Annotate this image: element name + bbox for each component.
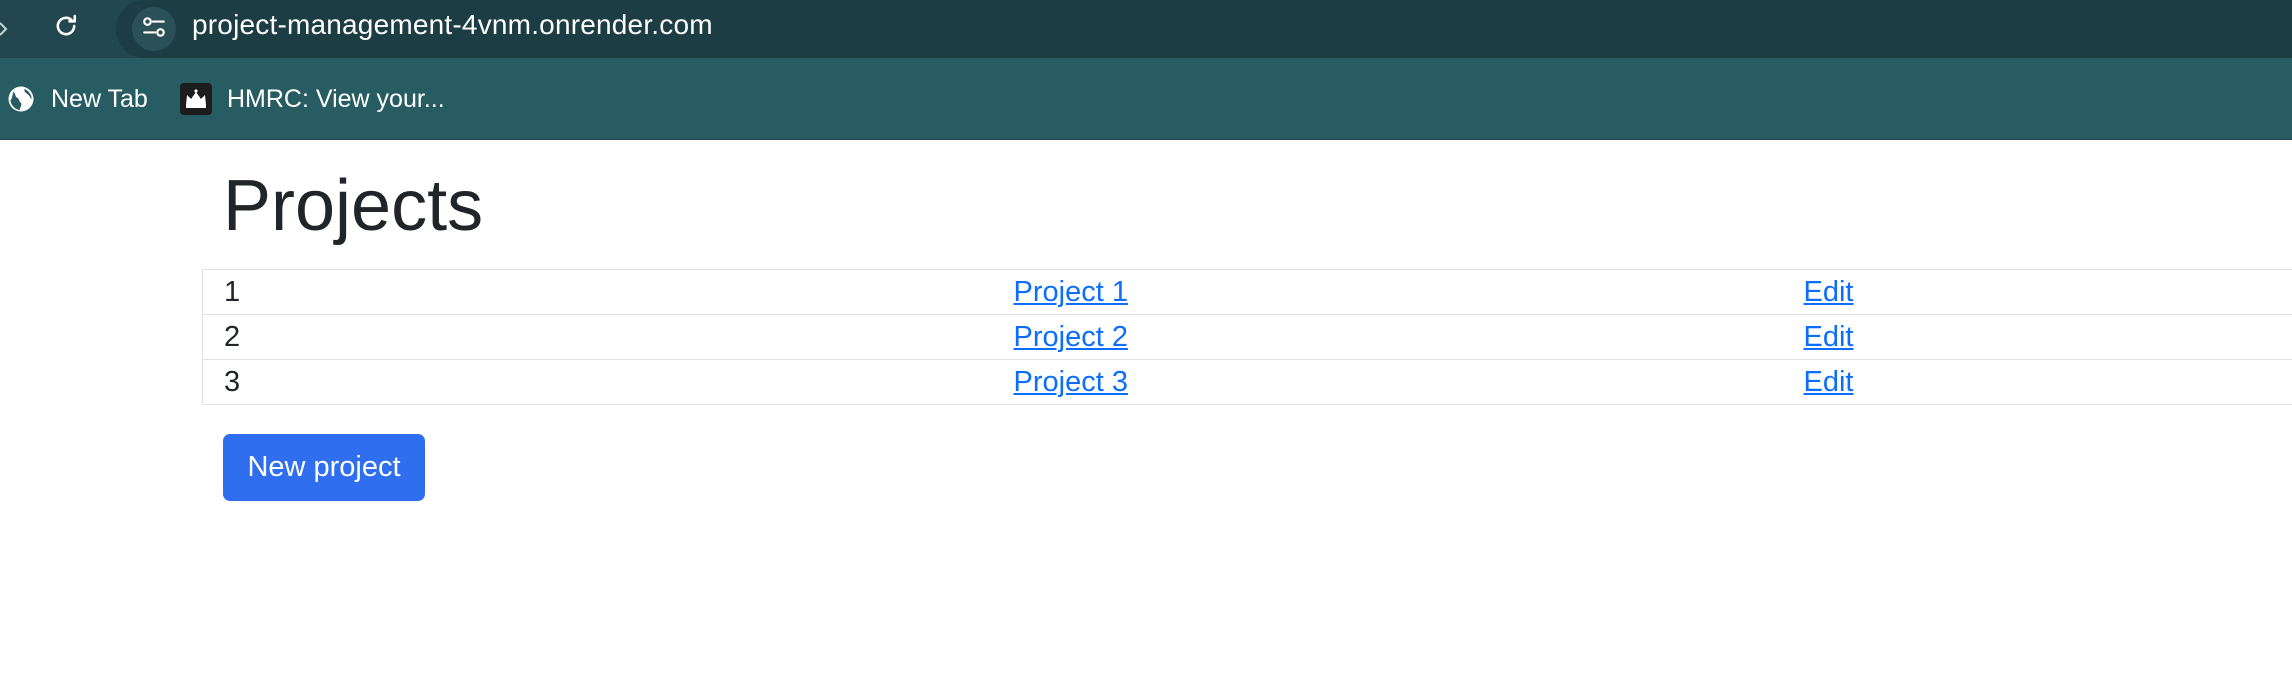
url-text[interactable]: project-management-4vnm.onrender.com: [192, 0, 713, 50]
project-link[interactable]: Project 1: [1014, 276, 1128, 308]
project-edit-cell: Edit: [1782, 359, 2292, 405]
edit-link[interactable]: Edit: [1804, 366, 1854, 398]
bookmark-label: New Tab: [51, 84, 148, 113]
bookmark-label: HMRC: View your...: [227, 84, 445, 113]
project-id-cell: 3: [202, 359, 993, 405]
reload-button[interactable]: [44, 6, 88, 50]
project-id-cell: 1: [202, 269, 993, 315]
bookmark-new-tab[interactable]: New Tab: [6, 78, 148, 120]
site-info-button[interactable]: [132, 7, 176, 51]
project-name-cell: Project 2: [992, 314, 1783, 360]
tune-icon: [141, 14, 167, 45]
bookmark-hmrc[interactable]: HMRC: View your...: [180, 78, 445, 120]
address-bar[interactable]: project-management-4vnm.onrender.com: [116, 0, 2292, 58]
table-row: 1 Project 1 Edit: [202, 269, 2292, 315]
globe-icon: [6, 84, 36, 114]
project-link[interactable]: Project 3: [1014, 366, 1128, 398]
project-name-cell: Project 3: [992, 359, 1783, 405]
reload-icon: [52, 12, 80, 45]
table-row: 3 Project 3 Edit: [202, 359, 2292, 405]
project-edit-cell: Edit: [1782, 314, 2292, 360]
edit-link[interactable]: Edit: [1804, 276, 1854, 308]
edit-link[interactable]: Edit: [1804, 321, 1854, 353]
page-title: Projects: [223, 166, 484, 246]
project-link[interactable]: Project 2: [1014, 321, 1128, 353]
table-row: 2 Project 2 Edit: [202, 314, 2292, 360]
projects-table: 1 Project 1 Edit 2 Project 2 Edit 3 Proj…: [202, 269, 2292, 405]
page-content: Projects 1 Project 1 Edit 2 Project 2 Ed…: [0, 140, 2292, 674]
project-edit-cell: Edit: [1782, 269, 2292, 315]
new-project-button[interactable]: New project: [223, 434, 425, 501]
back-arrow-icon[interactable]: [0, 19, 8, 39]
project-name-cell: Project 1: [992, 269, 1783, 315]
crown-icon: [180, 83, 212, 115]
browser-toolbar: project-management-4vnm.onrender.com: [0, 0, 2292, 58]
bookmarks-bar: New Tab HMRC: View your...: [0, 58, 2292, 140]
project-id-cell: 2: [202, 314, 993, 360]
